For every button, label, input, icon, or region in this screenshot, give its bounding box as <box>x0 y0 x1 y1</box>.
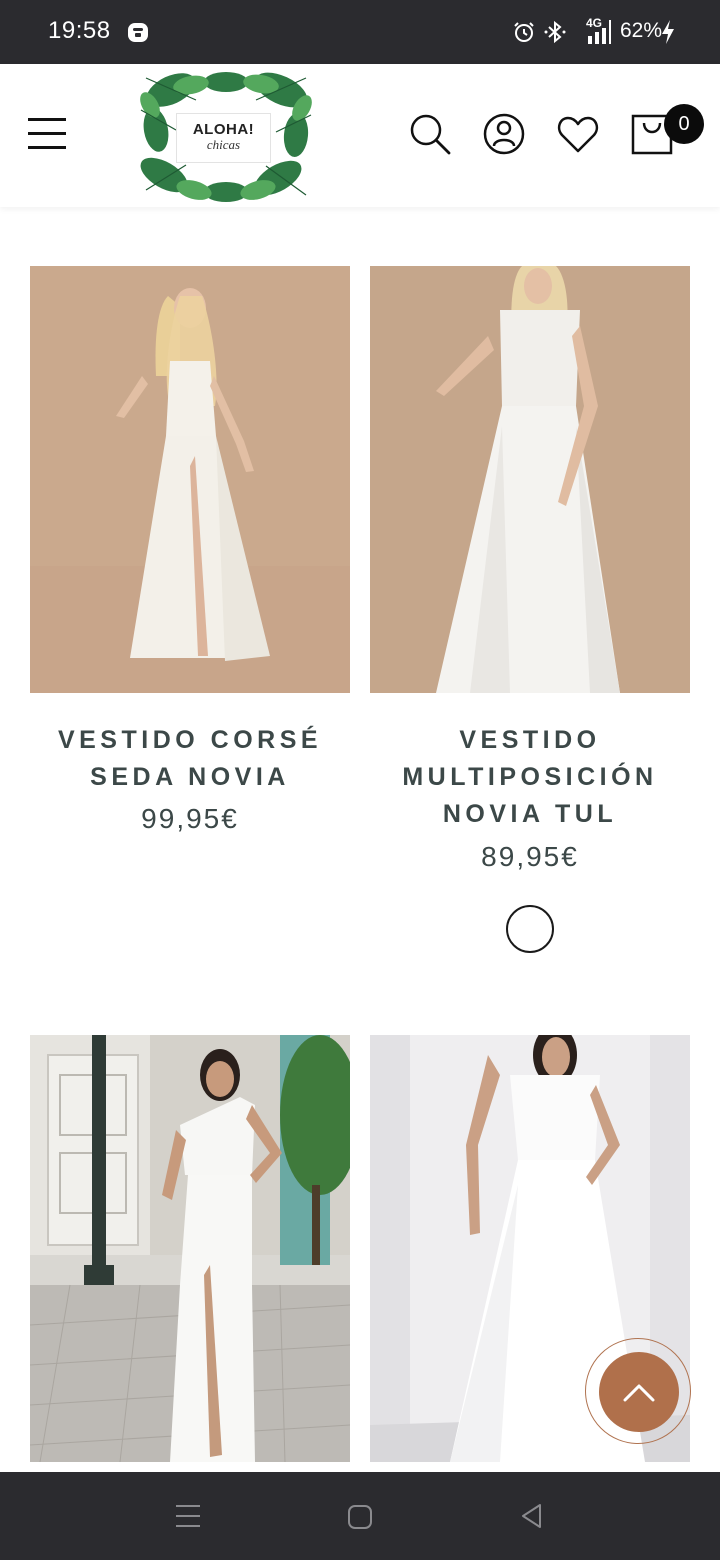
menu-button[interactable] <box>28 116 68 156</box>
product-image[interactable] <box>370 266 690 693</box>
logo-label: ALOHA! chicas <box>176 113 271 163</box>
site-header: ALOHA! chicas 0 <box>0 64 720 207</box>
scroll-to-top-button[interactable] <box>585 1338 691 1444</box>
alarm-icon <box>514 22 534 42</box>
menu-icon <box>28 118 66 121</box>
system-navigation-bar <box>0 1472 720 1560</box>
cart-count-badge[interactable]: 0 <box>664 104 704 144</box>
back-icon[interactable] <box>518 1502 546 1530</box>
battery-level: 62% <box>620 19 663 42</box>
site-logo[interactable]: ALOHA! chicas <box>136 70 314 202</box>
chevron-up-icon <box>623 1384 655 1402</box>
logo-subtitle: chicas <box>206 137 241 152</box>
status-bar: 19:58 4G 62% <box>0 0 720 64</box>
bluetooth-icon <box>544 20 566 44</box>
product-price: 89,95€ <box>481 841 579 872</box>
product-image[interactable] <box>30 1035 350 1462</box>
logo-title: ALOHA! <box>192 121 255 138</box>
home-icon[interactable] <box>346 1503 374 1531</box>
color-swatch-white[interactable] <box>506 905 554 953</box>
product-name[interactable]: VESTIDO CORSÉ SEDA NOVIA <box>30 722 350 796</box>
app-notification-icon <box>128 23 148 42</box>
heart-icon[interactable] <box>556 112 600 156</box>
product-price: 99,95€ <box>141 803 239 834</box>
status-time: 19:58 <box>48 17 111 44</box>
recents-icon[interactable] <box>174 1502 202 1530</box>
user-icon[interactable] <box>482 112 526 156</box>
signal-icon <box>588 20 611 44</box>
product-name[interactable]: VESTIDO MULTIPOSICIÓN NOVIA TUL <box>370 722 690 833</box>
charging-icon <box>662 20 674 44</box>
search-icon[interactable] <box>408 112 452 156</box>
product-image[interactable] <box>30 266 350 693</box>
